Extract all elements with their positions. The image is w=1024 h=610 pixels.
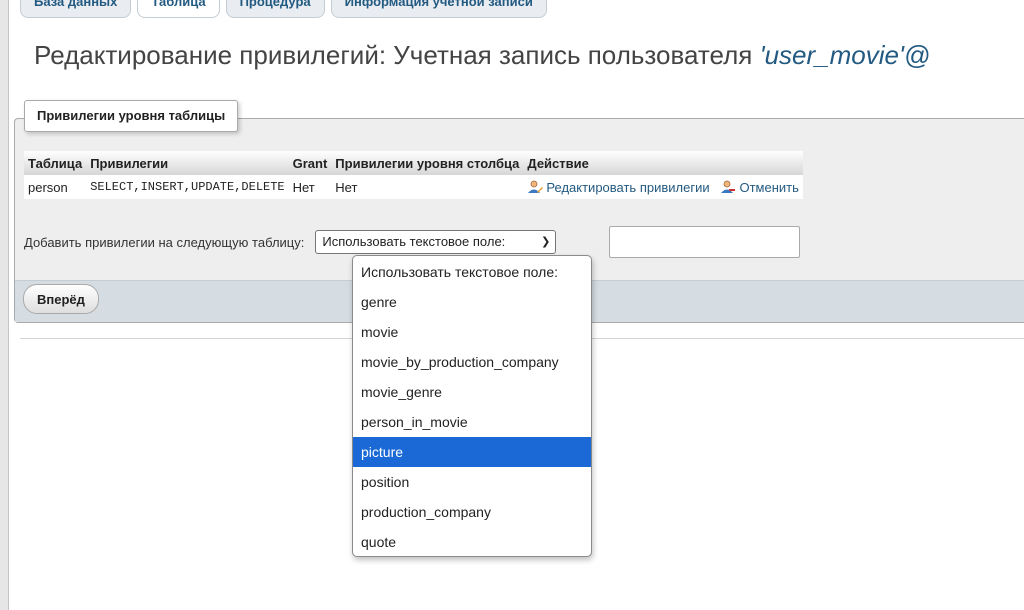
option-production-company[interactable]: production_company — [353, 497, 591, 527]
option-movie-by-production-company[interactable]: movie_by_production_company — [353, 347, 591, 377]
option-position[interactable]: position — [353, 467, 591, 497]
revoke-label: Отменить — [739, 179, 799, 195]
revoke-link[interactable]: Отменить — [720, 179, 799, 195]
table-name-input[interactable] — [609, 226, 800, 258]
account-name: 'user_movie'@ — [759, 40, 931, 70]
header-table: Таблица — [24, 151, 87, 175]
page-title: Редактирование привилегий: Учетная запис… — [34, 40, 1024, 71]
go-button[interactable]: Вперёд — [23, 284, 99, 314]
table-select[interactable]: Использовать текстовое поле: ❯ — [315, 230, 557, 254]
privileges-table: Таблица Привилегии Grant Привилегии уров… — [24, 151, 803, 199]
tab-procedure[interactable]: Процедура — [225, 0, 325, 18]
cell-privileges: SELECT,INSERT,UPDATE,DELETE — [90, 180, 285, 194]
option-text-field[interactable]: Использовать текстовое поле: — [353, 257, 591, 287]
left-panel-border — [0, 0, 9, 610]
edit-privileges-label: Редактировать привилегии — [546, 179, 710, 195]
tab-table[interactable]: Таблица — [137, 0, 220, 18]
table-row: person SELECT,INSERT,UPDATE,DELETE Нет Н… — [24, 175, 803, 199]
revoke-user-icon — [721, 180, 736, 193]
header-column-privileges: Привилегии уровня столбца — [331, 151, 524, 175]
cell-grant: Нет — [292, 179, 315, 195]
option-genre[interactable]: genre — [353, 287, 591, 317]
add-privileges-label: Добавить привилегии на следующую таблицу… — [24, 234, 305, 250]
cell-action: Редактировать привилегии Отменить — [523, 175, 802, 199]
cell-column-privileges: Нет — [335, 179, 358, 195]
edit-privileges-link[interactable]: Редактировать привилегии — [527, 180, 713, 195]
edit-user-icon — [528, 180, 544, 193]
table-header-row: Таблица Привилегии Grant Привилегии уров… — [24, 151, 803, 175]
option-quote[interactable]: quote — [353, 527, 591, 556]
fieldset-legend: Привилегии уровня таблицы — [24, 100, 239, 132]
header-grant: Grant — [288, 151, 332, 175]
table-select-dropdown: Использовать текстовое поле: genre movie… — [352, 255, 592, 557]
option-movie[interactable]: movie — [353, 317, 591, 347]
add-privileges-row: Добавить привилегии на следующую таблицу… — [24, 226, 557, 258]
page-title-text: Редактирование привилегий: Учетная запис… — [34, 40, 760, 70]
tab-database[interactable]: База данных — [20, 0, 132, 18]
option-movie-genre[interactable]: movie_genre — [353, 377, 591, 407]
top-tabs: База данных Таблица Процедура Информация… — [20, 0, 547, 18]
cell-table: person — [28, 179, 68, 195]
table-select-value: Использовать текстовое поле: — [322, 234, 506, 249]
option-picture[interactable]: picture — [353, 437, 591, 467]
header-privileges: Привилегии — [86, 151, 289, 175]
chevron-down-icon: ❯ — [541, 236, 551, 248]
header-action: Действие — [523, 151, 803, 175]
page: База данных Таблица Процедура Информация… — [0, 0, 1024, 610]
tab-account-info[interactable]: Информация учетной записи — [330, 0, 547, 18]
option-person-in-movie[interactable]: person_in_movie — [353, 407, 591, 437]
